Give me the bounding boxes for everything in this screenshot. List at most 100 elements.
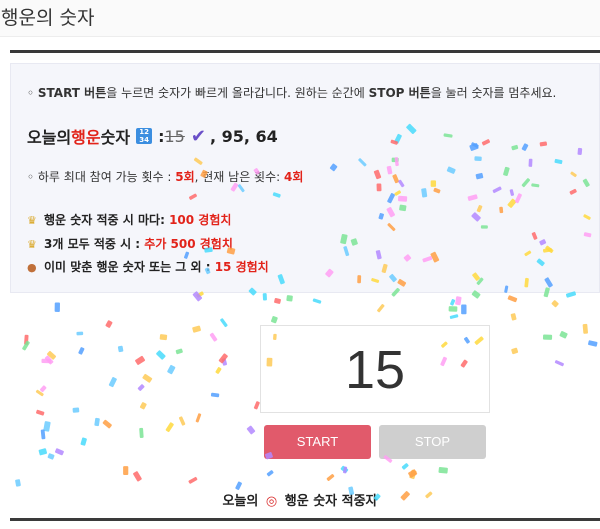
confetti-piece [210, 392, 220, 398]
reward-row: ♛ 행운 숫자 적중 시 마다: 100 경험치 [27, 211, 231, 228]
confetti-piece [510, 313, 517, 321]
limit-max: 5회 [175, 170, 195, 184]
confetti-piece [78, 347, 85, 355]
today-prefix: 오늘의 [27, 128, 72, 147]
confetti-piece [135, 355, 146, 365]
confetti-piece [139, 402, 147, 410]
confetti-piece [326, 474, 335, 481]
confetti-piece [41, 358, 52, 364]
todays-lucky-numbers: 오늘의 행운 숫자 12 34 : 15 ✔ , 95, 64 [27, 124, 278, 148]
confetti-piece [165, 422, 174, 433]
instruction-stop-label: STOP 버튼 [368, 86, 431, 100]
confetti-piece [218, 353, 228, 364]
confetti-piece [455, 296, 462, 306]
winners-prefix: 오늘의 [222, 494, 259, 509]
target-icon: ◎ [265, 494, 278, 509]
confetti-piece [24, 334, 29, 345]
confetti-piece [270, 316, 278, 324]
confetti-piece [188, 476, 198, 484]
confetti-piece [178, 416, 186, 426]
confetti-piece [220, 318, 228, 328]
confetti-piece [139, 427, 144, 438]
confetti-piece [342, 466, 348, 474]
confetti-piece [123, 466, 129, 475]
reward-value: 100 경험치 [169, 213, 232, 227]
crown-icon: ♛ [27, 238, 37, 251]
confetti-piece [47, 453, 55, 460]
confetti-piece [511, 347, 519, 355]
medal-icon: ● [27, 261, 37, 274]
number-display: 15 [260, 325, 490, 413]
instruction-text: ◦ START 버튼을 누르면 숫자가 빠르게 올라갑니다. 원하는 순간에 S… [27, 84, 556, 101]
confetti-piece [401, 463, 409, 470]
confetti-piece [22, 340, 30, 351]
confetti-piece [274, 298, 281, 304]
confetti-piece [72, 407, 80, 413]
confetti-piece [142, 373, 153, 383]
confetti-piece [266, 470, 274, 477]
confetti-piece [167, 364, 176, 375]
limit-label: ◦ 하루 최대 참여 가능 횟수 : [27, 170, 176, 184]
confetti-piece [54, 302, 60, 312]
confetti-piece [47, 350, 57, 360]
confetti-piece [108, 377, 117, 388]
confetti-piece [559, 331, 568, 339]
confetti-piece [102, 419, 112, 429]
confetti-piece [542, 334, 553, 340]
confetti-piece [175, 348, 183, 355]
confetti-piece [54, 448, 64, 456]
confetti-piece [44, 355, 54, 365]
reward-value: 추가 500 경험치 [144, 237, 233, 251]
confetti-piece [35, 389, 44, 397]
current-number: 15 [344, 340, 406, 400]
today-suffix: 숫자 [100, 128, 131, 147]
confetti-piece [39, 385, 47, 393]
confetti-piece [551, 300, 559, 308]
confetti-piece [195, 413, 202, 423]
limit-remaining: 4회 [283, 170, 304, 184]
instruction-start-label: START 버튼 [37, 86, 107, 100]
confetti-piece [448, 306, 458, 312]
confetti-piece [438, 467, 448, 474]
page-title: 행운의 숫자 [1, 7, 95, 29]
confetti-piece [554, 360, 564, 367]
confetti-piece [450, 299, 456, 306]
participation-limit: ◦ 하루 최대 참여 가능 횟수 : 5회, 현재 남은 횟수: 4회 [27, 168, 303, 185]
confetti-piece [156, 350, 166, 360]
confetti-piece [409, 469, 417, 480]
start-button[interactable]: START [264, 425, 371, 459]
confetti-piece [36, 409, 45, 416]
confetti-piece [117, 345, 124, 353]
confetti-piece [76, 331, 84, 336]
confetti-piece [40, 429, 46, 440]
confetti-piece [507, 295, 518, 303]
confetti-piece [340, 465, 349, 473]
reward-row: ● 이미 맞춘 행운 숫자 또는 그 외 : 15 경험치 [27, 258, 269, 275]
todays-winners-heading: 오늘의 ◎ 행운 숫자 적중자 [0, 490, 600, 509]
confetti-piece [582, 323, 588, 334]
remaining-numbers: , 95, 64 [209, 126, 278, 146]
confetti-piece [159, 334, 168, 341]
bottom-divider [10, 518, 600, 521]
confetti-piece [246, 425, 256, 435]
confetti-piece [137, 384, 145, 391]
winners-suffix: 행운 숫자 적중자 [284, 494, 378, 509]
stop-button[interactable]: STOP [379, 425, 486, 459]
matched-number: 15 [164, 126, 185, 146]
top-divider [10, 50, 600, 53]
confetti-piece [15, 479, 21, 487]
confetti-piece [133, 471, 142, 482]
check-icon: ✔ [190, 125, 206, 147]
confetti-piece [43, 421, 51, 432]
confetti-piece [80, 437, 87, 446]
reward-label: 이미 맞춘 행운 숫자 또는 그 외 : [44, 260, 215, 274]
confetti-piece [38, 448, 48, 456]
reward-row: ♛ 3개 모두 적중 시 : 추가 500 경험치 [27, 235, 233, 252]
remaining-label: , 현재 남은 횟수: [194, 170, 284, 184]
confetti-piece [215, 367, 222, 374]
confetti-piece [192, 325, 201, 333]
reward-label: 행운 숫자 적중 시 마다: [44, 213, 170, 227]
numbers-icon: 12 34 [136, 128, 153, 144]
confetti-piece [262, 293, 267, 301]
confetti-piece [286, 295, 293, 302]
